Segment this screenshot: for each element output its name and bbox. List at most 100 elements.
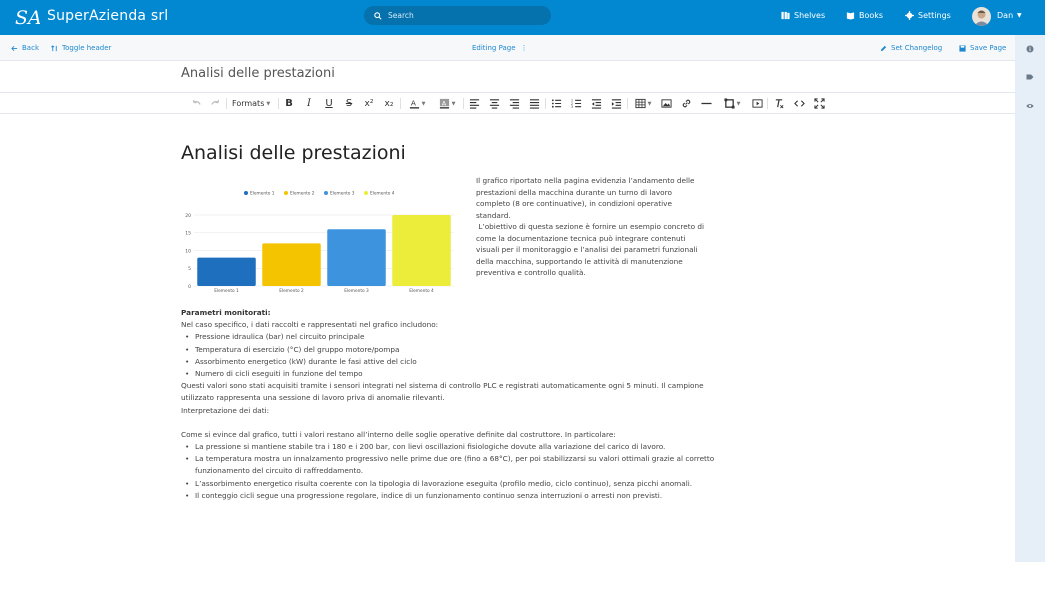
outdent-button[interactable]: [590, 97, 602, 110]
svg-text:3: 3: [571, 105, 573, 109]
params-title: Parametri monitorati:: [181, 308, 271, 317]
search-box[interactable]: [364, 6, 551, 25]
caret-down-icon[interactable]: ▼: [1017, 12, 1022, 19]
list-item: La pressione si mantiene stabile tra i 1…: [181, 441, 721, 453]
underline-icon: U: [325, 98, 333, 109]
toolbar-separator: [545, 98, 546, 109]
align-left-button[interactable]: [468, 97, 480, 110]
save-page-button[interactable]: Save Page: [959, 44, 1006, 52]
clear-formatting-icon: [775, 99, 783, 109]
caret-down-icon: ▼: [647, 100, 652, 107]
avatar-image: [974, 10, 989, 26]
logo-icon[interactable]: SA: [14, 5, 40, 29]
back-button[interactable]: Back: [11, 44, 39, 52]
info-icon[interactable]: [1026, 45, 1034, 53]
nav-settings[interactable]: Settings: [905, 11, 951, 20]
interp-list: La pressione si mantiene stabile tra i 1…: [181, 441, 721, 502]
nav-books[interactable]: Books: [846, 11, 883, 20]
nav-books-label: Books: [859, 11, 884, 20]
set-changelog-button[interactable]: Set Changelog: [880, 44, 942, 52]
italic-button[interactable]: I: [303, 97, 315, 110]
editing-page-label: Editing Page: [472, 44, 516, 52]
caret-down-icon: ▼: [451, 100, 456, 107]
bullet-list-button[interactable]: [550, 97, 562, 110]
params-intro: Nel caso specifico, i dati raccolti e ra…: [181, 320, 439, 330]
toolbar-separator: [767, 98, 768, 109]
arrow-left-icon: [11, 45, 18, 51]
chart-legend-swatch: [364, 191, 368, 195]
user-name[interactable]: Dan: [997, 11, 1013, 20]
side-paragraph: L’obiettivo di questa sezione è fornire …: [476, 222, 707, 277]
source-code-button[interactable]: [793, 97, 805, 110]
editor-content[interactable]: Analisi delle prestazioni 0 5 10 15 20 Elemen…: [0, 114, 1015, 562]
redo-button[interactable]: [209, 97, 221, 110]
interp-intro: Come si evince dal grafico, tutti i valo…: [181, 429, 616, 439]
toggle-header-button[interactable]: Toggle header: [51, 44, 111, 52]
superscript-button[interactable]: x²: [363, 97, 375, 110]
bold-button[interactable]: B: [283, 97, 295, 110]
align-right-icon: [509, 99, 519, 109]
nav-shelves[interactable]: Shelves: [781, 11, 825, 20]
editor-subbar: Back Toggle header Editing Page ⋮ Set Ch…: [0, 35, 1015, 61]
chart-y-tick-label: 0: [188, 284, 191, 290]
svg-text:A: A: [441, 99, 446, 107]
fullscreen-button[interactable]: [813, 97, 825, 110]
title-row: [0, 61, 1015, 93]
chart-bar: [392, 215, 451, 286]
top-header: SA SuperAzienda srl Shelves Books Settin…: [0, 0, 1045, 35]
link-icon: [682, 99, 690, 108]
align-center-button[interactable]: [488, 97, 500, 110]
insert-link-button[interactable]: [680, 97, 692, 110]
table-icon: [635, 98, 646, 109]
avatar[interactable]: [972, 7, 991, 26]
horizontal-rule-icon: [700, 102, 712, 105]
insert-drawing-button[interactable]: ▼: [720, 97, 744, 110]
tag-icon[interactable]: [1026, 73, 1034, 81]
chart-y-tick-label: 10: [185, 248, 191, 254]
align-justify-button[interactable]: [528, 97, 540, 110]
brand-name[interactable]: SuperAzienda srl: [47, 8, 168, 24]
indent-button[interactable]: [610, 97, 622, 110]
highlight-color-button[interactable]: A ▼: [435, 97, 459, 110]
chart-legend-label: Elemento 3: [330, 191, 355, 197]
insert-media-button[interactable]: [751, 97, 763, 110]
acquisition-paragraph: Questi valori sono stati acquisiti trami…: [181, 381, 704, 403]
eye-icon[interactable]: [1026, 102, 1034, 110]
insert-image-button[interactable]: [660, 97, 672, 110]
toolbar-separator: [463, 98, 464, 109]
formats-label: Formats: [232, 99, 265, 108]
align-right-button[interactable]: [508, 97, 520, 110]
chart-legend-label: Elemento 4: [370, 191, 395, 197]
underline-button[interactable]: U: [323, 97, 335, 110]
save-icon: [959, 44, 966, 52]
subscript-icon: x₂: [384, 98, 394, 109]
superscript-icon: x²: [364, 98, 374, 109]
caret-down-icon: ▼: [266, 100, 271, 107]
text-color-button[interactable]: A ▼: [405, 97, 429, 110]
list-item: Assorbimento energetico (kW) durante le …: [181, 356, 721, 368]
chart-y-tick-label: 5: [188, 266, 191, 272]
horizontal-rule-button[interactable]: [700, 97, 712, 110]
redo-icon: [210, 99, 219, 105]
list-item: Pressione idraulica (bar) nel circuito p…: [181, 331, 721, 343]
subscript-button[interactable]: x₂: [383, 97, 395, 110]
chart-x-tick-label: Elemento 3: [344, 288, 369, 294]
clear-formatting-button[interactable]: [773, 97, 785, 110]
side-paragraphs: Il grafico riportato nella pagina eviden…: [476, 175, 708, 279]
strikethrough-button[interactable]: S: [343, 97, 355, 110]
formats-dropdown[interactable]: Formats ▼: [232, 97, 274, 110]
table-button[interactable]: ▼: [632, 97, 654, 110]
shelves-icon: [781, 11, 790, 20]
italic-icon: I: [307, 98, 311, 109]
page-title-input[interactable]: [181, 66, 581, 81]
numbered-list-button[interactable]: 123: [570, 97, 582, 110]
search-icon: [374, 11, 382, 20]
search-input[interactable]: [388, 11, 538, 20]
toolbar-separator: [278, 98, 279, 109]
list-item: Temperatura di esercizio (°C) del gruppo…: [181, 344, 721, 356]
numbered-list-icon: 123: [571, 99, 581, 109]
undo-button[interactable]: [190, 97, 202, 110]
editing-page-menu[interactable]: Editing Page ⋮: [472, 44, 528, 52]
align-justify-icon: [529, 99, 539, 109]
